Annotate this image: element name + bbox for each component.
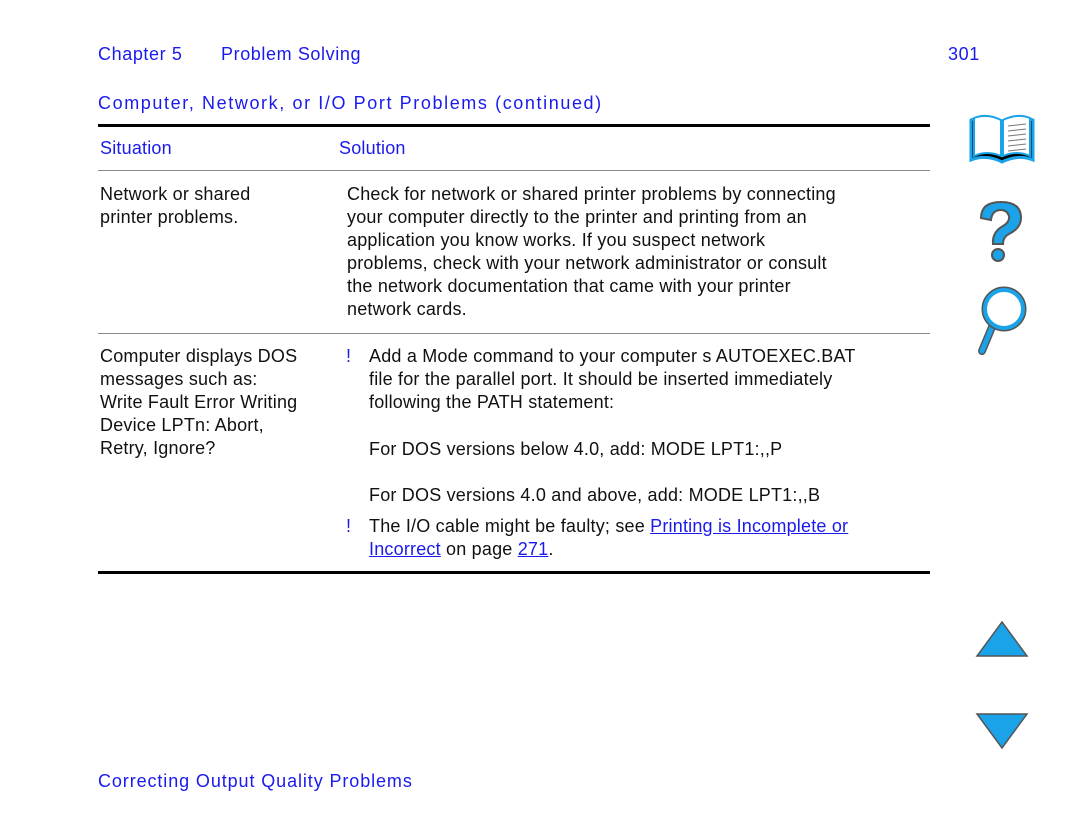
solution-line: the network documentation that came with… [347,276,791,296]
row-rule [98,333,930,334]
solution-line: network cards. [347,299,467,319]
header-rule [98,170,930,171]
solution-text: on page [440,539,518,559]
bullet-icon: ! [346,516,352,536]
dos-4-and-above: For DOS versions 4.0 and above, add: MOD… [369,485,821,505]
bullet-icon: ! [346,346,352,366]
situation-line: printer problems. [100,207,239,227]
page-271-link[interactable]: 271 [518,539,549,559]
table-top-rule [98,124,930,127]
table-row-1-solution: Check for network or shared printer prob… [347,183,836,321]
printing-incomplete-link[interactable]: Incorrect [369,539,441,559]
solution-line: your computer directly to the printer an… [347,207,807,227]
situation-line: Write Fault Error Writing [100,392,298,412]
help-icon[interactable] [975,198,1027,266]
previous-page-icon[interactable] [975,620,1029,658]
table-row-1-situation: Network or shared printer problems. [100,183,250,229]
page-number: 301 [948,44,980,64]
situation-line: Device LPTn: Abort, [100,415,264,435]
section-title: Computer, Network, or I/O Port Problems … [98,93,603,113]
manual-page: Chapter 5 Problem Solving 301 Computer, … [0,0,1080,834]
situation-line: Network or shared [100,184,251,204]
next-page-icon[interactable] [975,712,1029,750]
solution-line: following the PATH statement: [369,392,615,412]
search-icon[interactable] [976,285,1028,357]
solution-line: problems, check with your network admini… [347,253,827,273]
solution-line: Add a Mode command to your computer s AU… [369,346,856,366]
correcting-output-quality-link[interactable]: Correcting Output Quality Problems [98,771,413,792]
solution-line: application you know works. If you suspe… [347,230,766,250]
dos-below-4: For DOS versions below 4.0, add: MODE LP… [369,439,783,459]
table-row-2-situation: Computer displays DOS messages such as: … [100,345,297,460]
chapter-label: Chapter 5 [98,44,183,64]
solution-line: file for the parallel port. It should be… [369,369,833,389]
chapter-title: Problem Solving [221,44,362,64]
solution-text: The I/O cable might be faulty; see [369,516,651,536]
situation-line: messages such as: [100,369,258,389]
column-header-situation: Situation [100,138,172,158]
printing-incomplete-link[interactable]: Printing is Incomplete or [650,516,848,536]
table-row-2-solution-1: Add a Mode command to your computer s AU… [369,345,856,414]
table-bottom-rule [98,571,930,574]
book-icon[interactable] [968,114,1036,166]
column-header-solution: Solution [339,138,406,158]
situation-line: Computer displays DOS [100,346,298,366]
table-row-2-solution-2: The I/O cable might be faulty; see Print… [369,515,848,561]
solution-text: . [548,539,554,559]
solution-line: Check for network or shared printer prob… [347,184,836,204]
situation-line: Retry, Ignore? [100,438,216,458]
